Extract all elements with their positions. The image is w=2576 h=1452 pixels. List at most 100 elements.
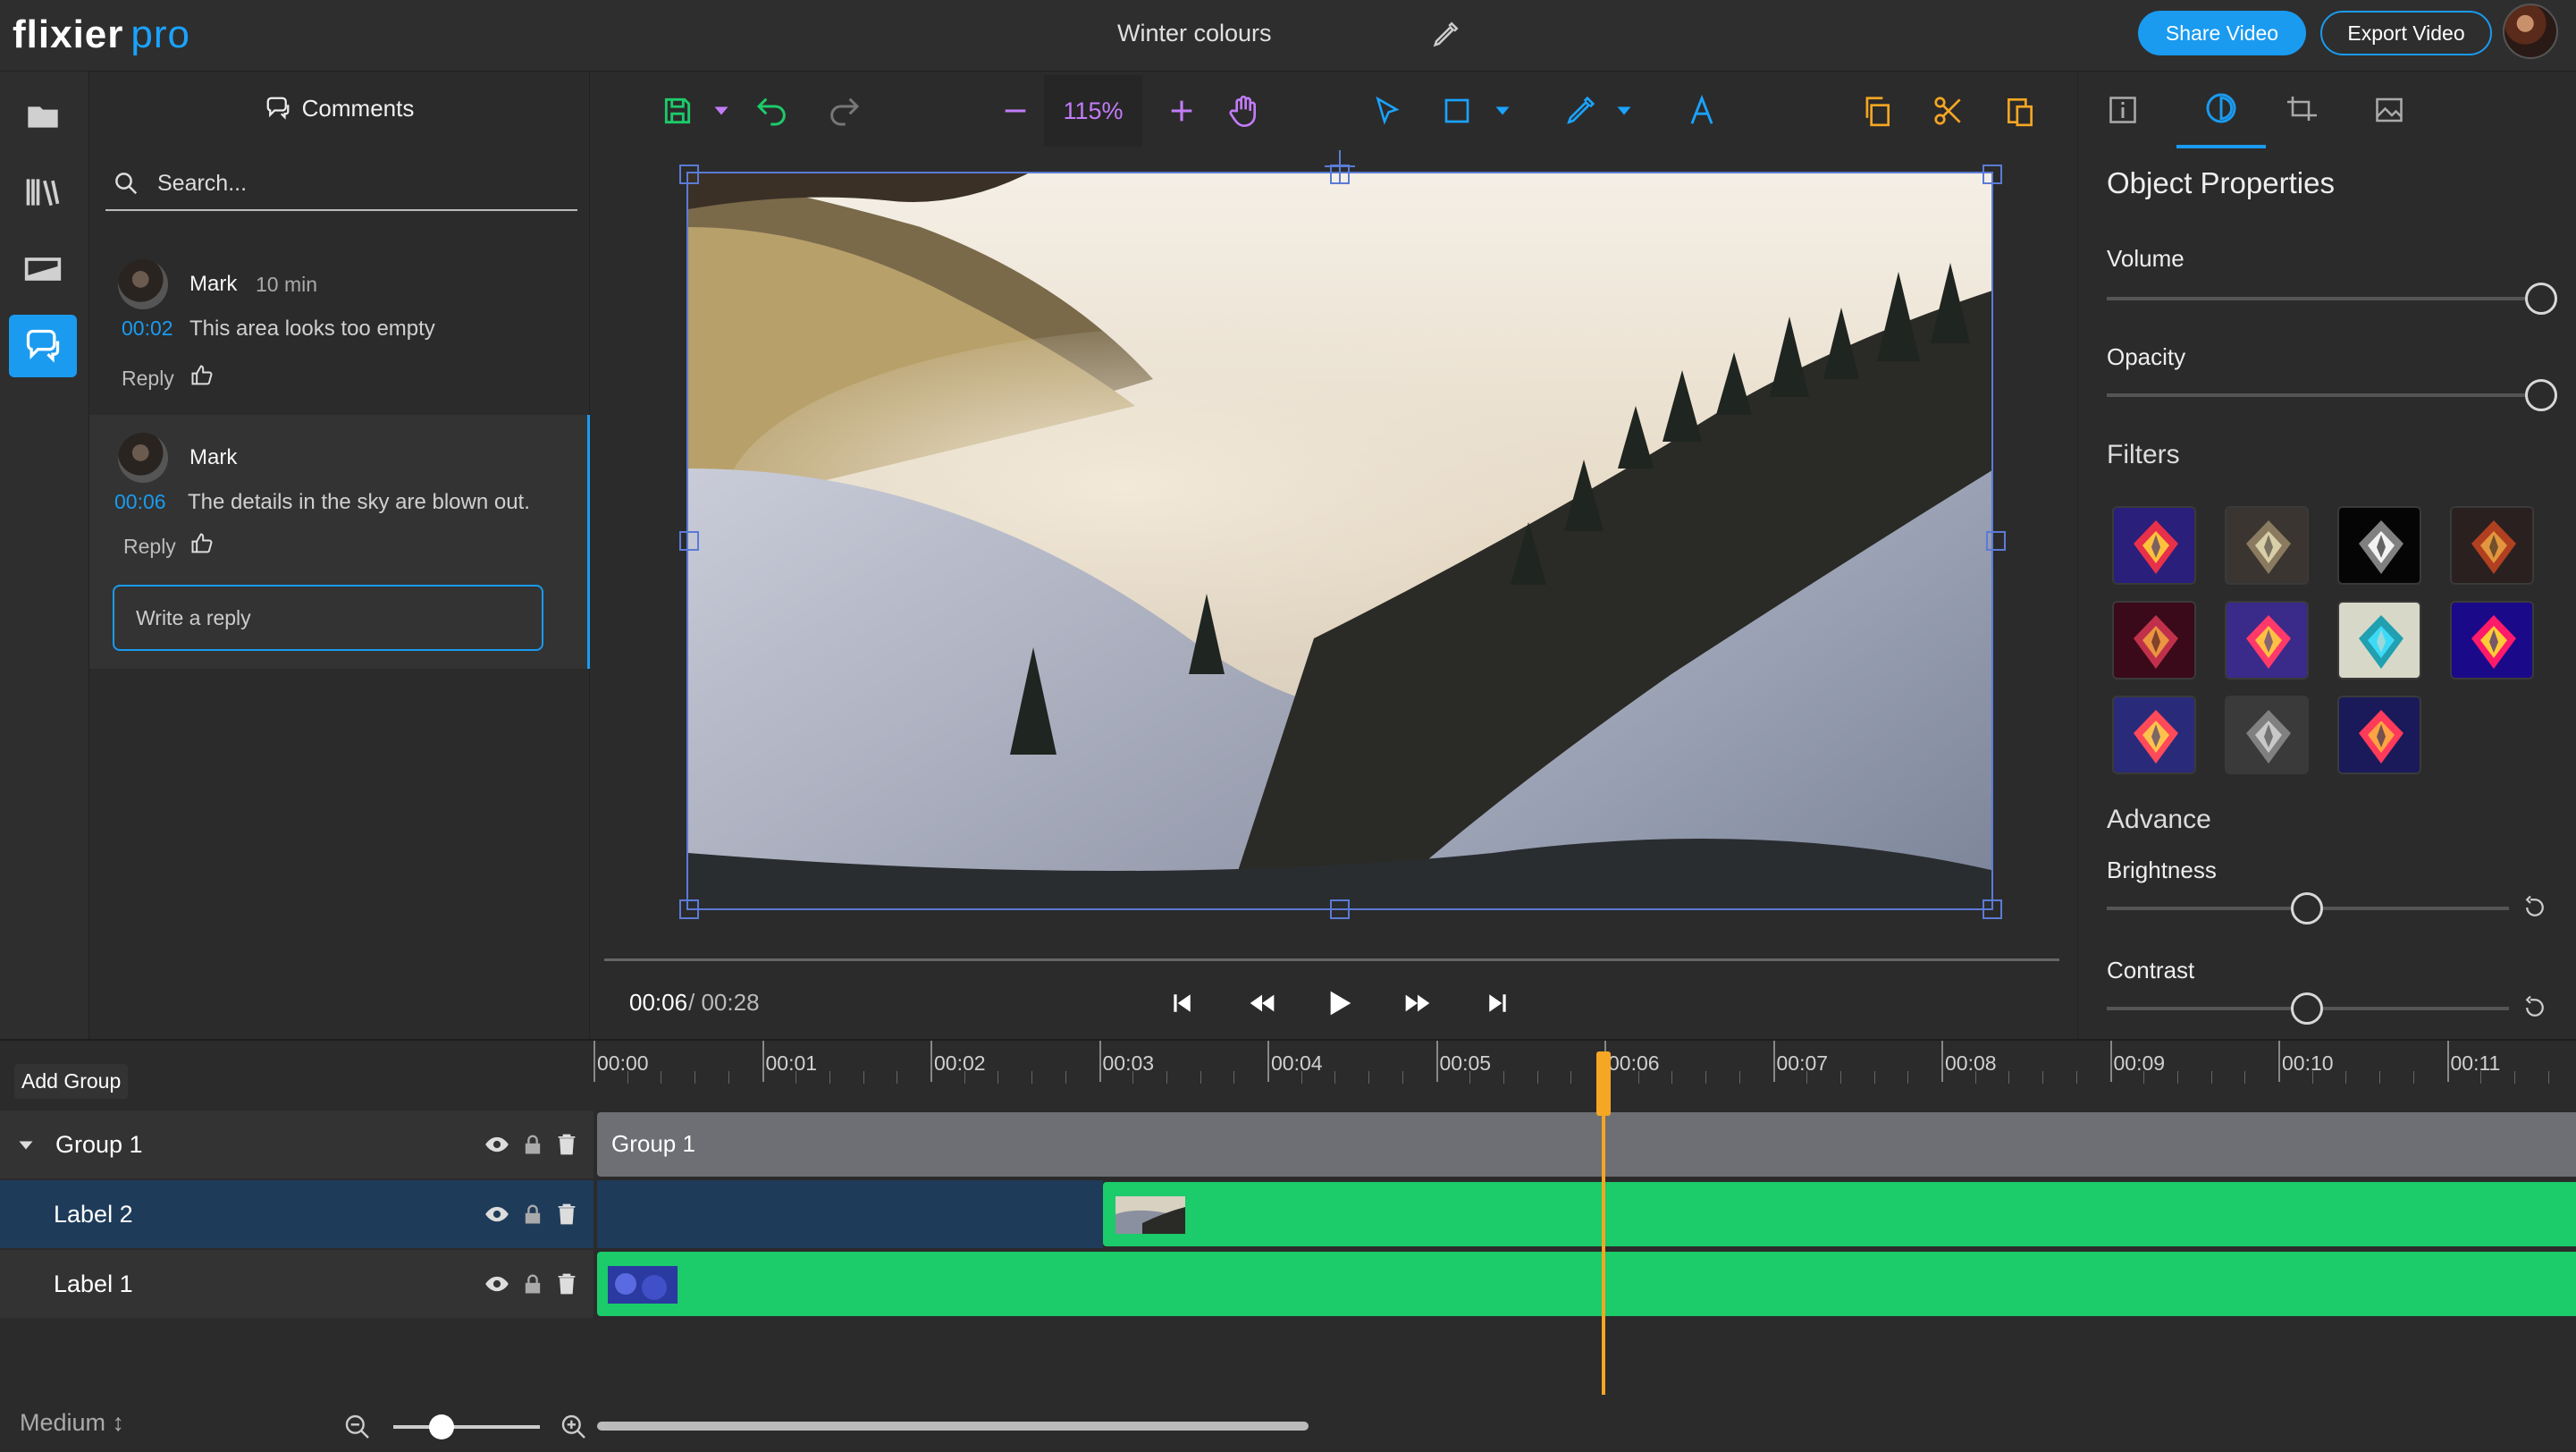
zoom-out-icon[interactable] <box>343 1413 372 1441</box>
timeline-ruler[interactable]: 00:00 00:01 00:02 00:03 00:04 00:05 00:06 00:07… <box>593 1041 2576 1110</box>
pencil-icon[interactable] <box>1430 20 1461 50</box>
save-button[interactable] <box>656 89 699 132</box>
lock-icon[interactable] <box>520 1132 545 1157</box>
folder-button[interactable] <box>9 86 77 148</box>
fast-forward-button[interactable] <box>1394 980 1441 1026</box>
project-title[interactable]: Winter colours <box>1117 20 1272 47</box>
resize-handle-ml[interactable] <box>679 531 699 551</box>
media-button[interactable] <box>9 238 77 300</box>
draw-dropdown[interactable] <box>1611 89 1637 132</box>
comment-timestamp[interactable]: 00:06 <box>114 490 166 514</box>
undo-button[interactable] <box>751 89 794 132</box>
skip-start-button[interactable] <box>1158 980 1205 1026</box>
rewind-button[interactable] <box>1239 980 1285 1026</box>
group-clip[interactable]: Group 1 <box>597 1112 2576 1177</box>
track-header-group-1[interactable]: Group 1 <box>0 1110 593 1178</box>
contrast-slider-knob[interactable] <box>2291 992 2323 1025</box>
timeline-zoom-knob[interactable] <box>429 1414 454 1439</box>
cut-button[interactable] <box>1927 89 1970 132</box>
opacity-slider-knob[interactable] <box>2525 379 2557 411</box>
add-group-button[interactable]: Add Group <box>14 1064 129 1099</box>
trash-icon[interactable] <box>554 1132 579 1157</box>
track-header-label-1[interactable]: Label 1 <box>0 1250 593 1318</box>
library-button[interactable] <box>9 161 77 224</box>
empty-track-area[interactable] <box>597 1320 2576 1397</box>
trash-icon[interactable] <box>554 1271 579 1296</box>
volume-slider-knob[interactable] <box>2525 283 2557 315</box>
caret-down-icon[interactable] <box>18 1137 34 1153</box>
select-tool-button[interactable] <box>1366 89 1409 132</box>
resize-handle-bm[interactable] <box>1330 899 1350 919</box>
volume-slider[interactable] <box>2107 297 2541 300</box>
comments-button[interactable] <box>9 315 77 377</box>
resize-handle-br[interactable] <box>1983 899 2002 919</box>
tab-properties[interactable] <box>2176 72 2266 148</box>
playback-progress[interactable] <box>604 958 2059 961</box>
rotate-handle[interactable] <box>1325 150 1355 182</box>
reply-link[interactable]: Reply <box>122 367 174 391</box>
filter-thumbnail[interactable] <box>2337 696 2421 774</box>
filter-thumbnail[interactable] <box>2112 696 2196 774</box>
user-avatar[interactable] <box>2503 4 2558 59</box>
zoom-out-button[interactable] <box>994 89 1037 132</box>
lock-icon[interactable] <box>520 1271 545 1296</box>
video-preview[interactable] <box>686 172 1993 910</box>
text-tool-button[interactable] <box>1680 89 1723 132</box>
lock-icon[interactable] <box>520 1202 545 1227</box>
search-input[interactable] <box>157 170 551 197</box>
filter-thumbnail[interactable] <box>2337 506 2421 585</box>
shape-dropdown[interactable] <box>1489 89 1516 132</box>
brightness-slider-knob[interactable] <box>2291 892 2323 924</box>
eye-icon[interactable] <box>484 1132 509 1157</box>
timeline-zoom-slider[interactable] <box>393 1425 540 1429</box>
tab-transform[interactable] <box>2268 72 2339 148</box>
tab-image[interactable] <box>2353 72 2425 148</box>
draw-tool-button[interactable] <box>1559 89 1602 132</box>
video-clip-label-1[interactable] <box>597 1252 2576 1316</box>
eye-icon[interactable] <box>484 1271 509 1296</box>
playhead[interactable] <box>1602 1051 1605 1395</box>
reset-brightness-icon[interactable] <box>2521 894 2548 921</box>
thumbs-up-icon[interactable] <box>189 363 215 388</box>
save-dropdown[interactable] <box>708 89 735 132</box>
filter-thumbnail[interactable] <box>2112 506 2196 585</box>
share-video-button[interactable]: Share Video <box>2138 11 2306 55</box>
opacity-slider[interactable] <box>2107 393 2541 397</box>
copy-button[interactable] <box>1856 89 1898 132</box>
thumbs-up-icon[interactable] <box>189 531 215 556</box>
export-video-button[interactable]: Export Video <box>2320 11 2492 55</box>
resize-handle-bl[interactable] <box>679 899 699 919</box>
tab-info[interactable] <box>2087 72 2159 148</box>
timeline-scrollbar[interactable] <box>597 1422 1309 1431</box>
filter-thumbnail[interactable] <box>2337 601 2421 680</box>
reply-link[interactable]: Reply <box>123 535 176 559</box>
video-clip-label-2[interactable] <box>1103 1182 2576 1246</box>
filter-thumbnail[interactable] <box>2450 601 2534 680</box>
zoom-in-icon[interactable] <box>560 1413 588 1441</box>
app-logo[interactable]: flixier pro <box>13 13 190 57</box>
resize-handle-mr[interactable] <box>1986 531 2006 551</box>
reply-input[interactable] <box>113 585 543 651</box>
shape-tool-button[interactable] <box>1435 89 1478 132</box>
filter-thumbnail[interactable] <box>2225 506 2309 585</box>
track-height-selector[interactable]: Medium ↕ <box>20 1409 124 1437</box>
play-button[interactable] <box>1316 980 1362 1026</box>
comment-timestamp[interactable]: 00:02 <box>122 317 173 341</box>
reset-contrast-icon[interactable] <box>2521 994 2548 1021</box>
filter-thumbnail[interactable] <box>2112 601 2196 680</box>
redo-button[interactable] <box>822 89 865 132</box>
resize-handle-tr[interactable] <box>1983 165 2002 184</box>
pan-tool-button[interactable] <box>1223 89 1266 132</box>
eye-icon[interactable] <box>484 1202 509 1227</box>
resize-handle-tl[interactable] <box>679 165 699 184</box>
filter-thumbnail[interactable] <box>2225 696 2309 774</box>
skip-end-button[interactable] <box>1475 980 1521 1026</box>
filter-thumbnail[interactable] <box>2225 601 2309 680</box>
zoom-level[interactable]: 115% <box>1044 75 1142 147</box>
search-field[interactable] <box>105 157 577 211</box>
track-header-label-2[interactable]: Label 2 <box>0 1180 593 1248</box>
paste-button[interactable] <box>1999 89 2041 132</box>
trash-icon[interactable] <box>554 1202 579 1227</box>
track-lane-label-2[interactable] <box>597 1180 1103 1248</box>
zoom-in-button[interactable] <box>1160 89 1203 132</box>
